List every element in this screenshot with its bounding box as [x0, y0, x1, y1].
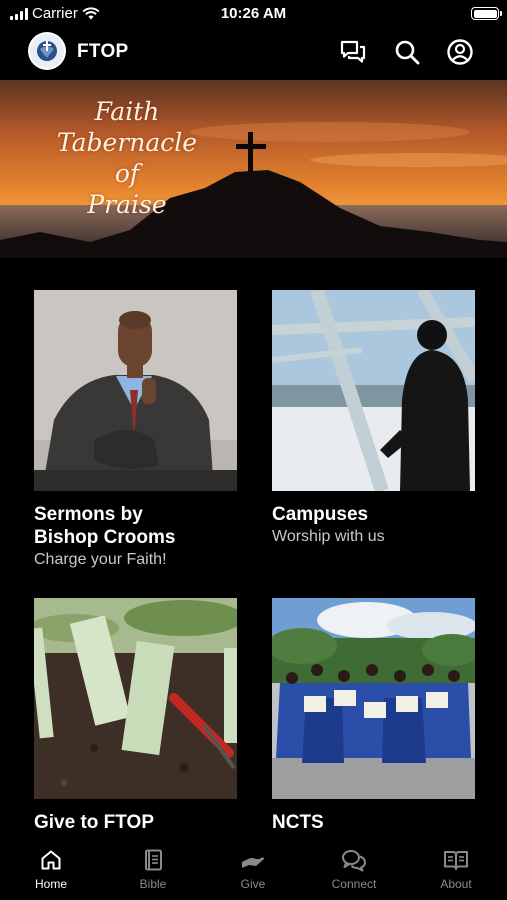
- app-title: FTOP: [77, 41, 129, 62]
- search-icon[interactable]: [393, 38, 421, 66]
- tab-label: Home: [34, 877, 67, 891]
- tile-title-line: NCTS: [272, 812, 324, 833]
- tile-sermons[interactable]: Sermons by Bishop Crooms Charge your Fai…: [34, 290, 237, 570]
- profile-icon[interactable]: [446, 38, 474, 66]
- money-plant-photo: [34, 598, 237, 799]
- tab-home[interactable]: Home: [11, 848, 91, 891]
- banner-line: Praise: [87, 190, 167, 219]
- app-header: FTOP: [0, 26, 507, 78]
- battery-icon: [471, 7, 502, 20]
- tile-title-line: Sermons by: [34, 504, 143, 525]
- tile-subtitle: Charge your Faith!: [34, 551, 167, 568]
- campuses-photo: [272, 290, 475, 491]
- tile-campuses[interactable]: Campuses Worship with us: [272, 290, 475, 547]
- tile-title-line: Campuses: [272, 504, 369, 525]
- church-logo[interactable]: [28, 32, 66, 70]
- hero-banner[interactable]: Faith Tabernacle of Praise: [0, 80, 507, 258]
- tile-title: Campuses: [272, 503, 475, 526]
- graduates-photo: [272, 598, 475, 799]
- tab-label: Give: [240, 877, 266, 891]
- tile-give[interactable]: Give to FTOP: [34, 598, 237, 834]
- give-icon: [242, 857, 264, 868]
- bible-icon: [145, 849, 162, 871]
- tile-title-line: Give to FTOP: [34, 812, 155, 833]
- tile-title: Give to FTOP: [34, 811, 237, 834]
- tab-label: Connect: [331, 877, 377, 891]
- status-bar: Carrier 10:26 AM: [0, 0, 507, 26]
- tab-label: Bible: [139, 877, 167, 891]
- tile-ncts[interactable]: NCTS: [272, 598, 475, 834]
- home-icon: [41, 850, 61, 870]
- tile-title: Sermons by Bishop Crooms: [34, 503, 237, 549]
- tile-title: NCTS: [272, 811, 475, 834]
- tile-subtitle: Worship with us: [272, 528, 385, 545]
- tab-label: About: [440, 877, 472, 891]
- about-icon: [444, 851, 468, 870]
- status-time: 10:26 AM: [220, 5, 287, 22]
- bishop-photo: [34, 290, 237, 491]
- tab-bar: Home Bible Give Connect About: [0, 838, 507, 900]
- banner-line: Faith: [94, 97, 160, 126]
- connect-icon: [342, 850, 366, 872]
- tab-give[interactable]: Give: [213, 848, 293, 891]
- chat-icon[interactable]: [339, 38, 367, 66]
- tab-bible[interactable]: Bible: [113, 848, 193, 891]
- banner-church-name: Faith Tabernacle of Praise: [42, 96, 212, 220]
- banner-line: Tabernacle of: [56, 128, 198, 188]
- tab-connect[interactable]: Connect: [314, 848, 394, 891]
- tile-title-line: Bishop Crooms: [34, 527, 176, 548]
- tab-about[interactable]: About: [416, 848, 496, 891]
